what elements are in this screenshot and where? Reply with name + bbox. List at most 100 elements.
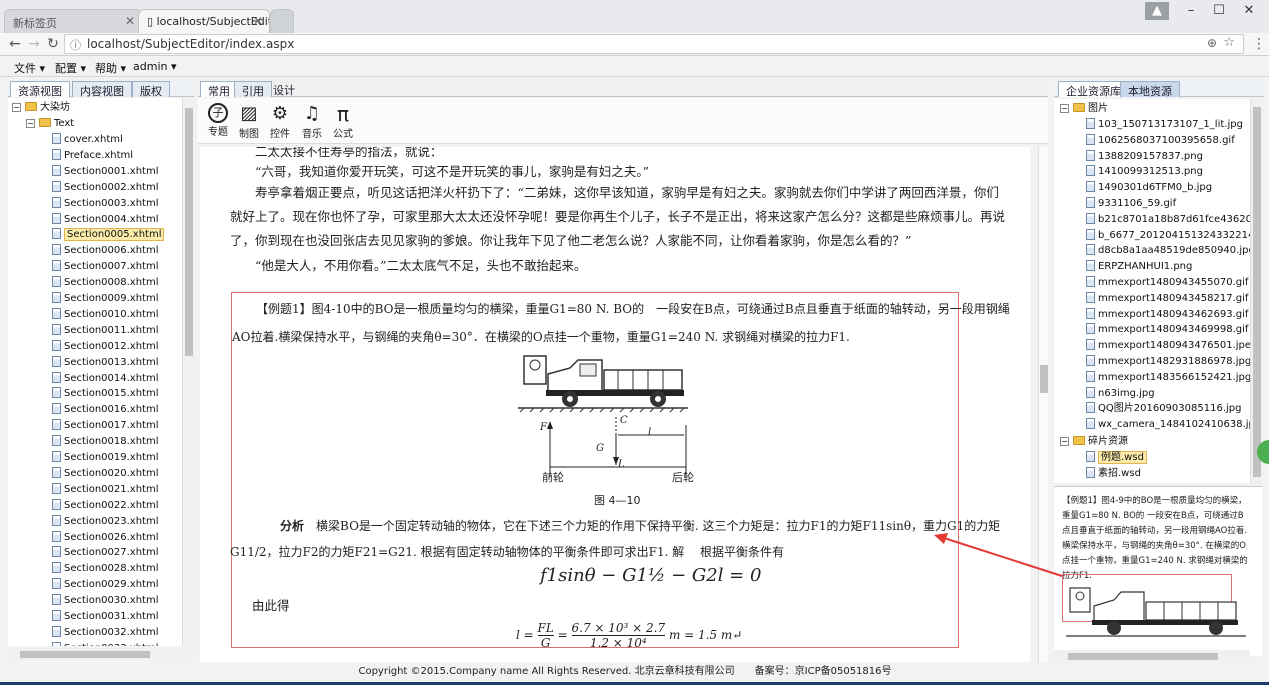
- menu-file[interactable]: 文件 ▾: [14, 60, 45, 76]
- profile-icon[interactable]: ▲: [1145, 2, 1169, 20]
- tree-file-item[interactable]: Section0013.xhtml: [52, 355, 158, 371]
- collapse-icon[interactable]: −: [26, 119, 35, 128]
- tree-image-item[interactable]: 1490301d6TFM0_b.jpg: [1086, 180, 1212, 196]
- paragraph[interactable]: 由此得: [252, 595, 1030, 617]
- browser-tab-editor[interactable]: ▯ localhost/SubjectEditor ✕: [138, 9, 270, 33]
- tree-file-item[interactable]: Section0029.xhtml: [52, 577, 158, 593]
- scroll-thumb[interactable]: [20, 651, 150, 658]
- scroll-thumb[interactable]: [185, 108, 193, 356]
- tree-fragment-item[interactable]: 例题.wsd: [1086, 450, 1147, 466]
- paragraph[interactable]: “六哥，我知道你爱开玩笑，可这不是开玩笑的事儿，家驹是有妇之夫。”: [230, 161, 1010, 183]
- tree-folder-images[interactable]: − 图片: [1060, 101, 1108, 117]
- tree-file-item[interactable]: Section0005.xhtml: [52, 227, 165, 243]
- new-tab-button[interactable]: [270, 9, 294, 33]
- tree-file-item[interactable]: Section0011.xhtml: [52, 323, 158, 339]
- paragraph[interactable]: 寿亭拿着烟正要点，听见这话把洋火杆扔下了：“二弟妹，这你早该知道，家驹早是有妇之…: [230, 181, 1010, 253]
- tree-file-item[interactable]: Section0010.xhtml: [52, 307, 158, 323]
- tree-file-item[interactable]: Section0032.xhtml: [52, 625, 158, 641]
- tab-resource-view[interactable]: 资源视图: [10, 81, 70, 98]
- collapse-icon[interactable]: −: [1060, 104, 1069, 113]
- tree-file-item[interactable]: Section0006.xhtml: [52, 243, 158, 259]
- tree-file-item[interactable]: Section0017.xhtml: [52, 418, 158, 434]
- tree-image-item[interactable]: 1388209157837.png: [1086, 149, 1203, 165]
- tool-music[interactable]: ♫ 音乐: [297, 103, 327, 140]
- window-close-icon[interactable]: ✕: [1234, 2, 1264, 20]
- menu-help[interactable]: 帮助 ▾: [95, 60, 126, 76]
- truck-image[interactable]: [518, 352, 688, 414]
- scroll-thumb[interactable]: [1068, 653, 1218, 660]
- tree-file-item[interactable]: Section0030.xhtml: [52, 593, 158, 609]
- tool-controls[interactable]: ⚙ 控件: [265, 103, 295, 140]
- example-text[interactable]: 【例题1】图4-10中的BO是一根质量均匀的横梁，重量G1=80 N. BO的 …: [232, 295, 1012, 351]
- tree-fragment-item[interactable]: 素招.wsd: [1086, 466, 1141, 482]
- tree-file-item[interactable]: Section0027.xhtml: [52, 545, 158, 561]
- analysis-paragraph[interactable]: 分析 横梁BO是一个固定转动轴的物体，它在下述三个力矩的作用下保持平衡. 这三个…: [230, 513, 1012, 565]
- tree-image-item[interactable]: wx_camera_1484102410638.jpg: [1086, 417, 1250, 433]
- tree-file-item[interactable]: Section0012.xhtml: [52, 339, 158, 355]
- tree-image-item[interactable]: n63img.jpg: [1086, 386, 1155, 402]
- tree-root[interactable]: − 大染坊: [12, 100, 70, 116]
- zoom-icon[interactable]: ⊕: [1207, 36, 1217, 50]
- paragraph[interactable]: “他是大人，不用你看。”二太太底气不足，头也不敢抬起来。: [230, 255, 1010, 277]
- menu-config[interactable]: 配置 ▾: [55, 60, 86, 76]
- tree-image-item[interactable]: mmexport1480943462693.gif: [1086, 307, 1248, 323]
- tree-file-item[interactable]: Preface.xhtml: [52, 148, 133, 164]
- tree-file-item[interactable]: Section0016.xhtml: [52, 402, 158, 418]
- tree-image-item[interactable]: mmexport1480943455070.gif: [1086, 275, 1248, 291]
- tab-content-view[interactable]: 内容视图: [72, 81, 132, 98]
- tree-image-item[interactable]: b_6677_201204151324332214‌95.jpg: [1086, 228, 1250, 244]
- tree-image-item[interactable]: QQ图片20160903085116.jpg: [1086, 401, 1241, 417]
- tree-folder-text[interactable]: − Text: [26, 116, 74, 132]
- tree-file-item[interactable]: Section0033.xhtml: [52, 641, 158, 646]
- tree-image-item[interactable]: 1410099312513.png: [1086, 164, 1203, 180]
- equation-2[interactable]: l = FL G = 6.7 × 10³ × 2.7 1.2 × 10⁴ m = 1…: [516, 621, 742, 650]
- url-input[interactable]: ⓘ localhost/SubjectEditor/index.aspx ⊕ ☆: [64, 34, 1244, 54]
- tool-formula[interactable]: π 公式: [328, 103, 358, 140]
- ribbon-tab-common[interactable]: 常用: [200, 81, 238, 98]
- tree-image-item[interactable]: d8cb8a1aa48519de850940.jpg: [1086, 243, 1250, 259]
- tree-image-item[interactable]: mmexport1480943458217.gif: [1086, 291, 1248, 307]
- document-editor[interactable]: 二太太接不住寿亭的指法，就说： “六哥，我知道你爱开玩笑，可这不是开玩笑的事儿，…: [200, 147, 1030, 662]
- tree-file-item[interactable]: Section0026.xhtml: [52, 530, 158, 546]
- tree-file-item[interactable]: Section0021.xhtml: [52, 482, 158, 498]
- minimize-icon[interactable]: –: [1176, 2, 1206, 20]
- tree-folder-fragments[interactable]: − 碎片资源: [1060, 434, 1128, 450]
- tab-local-resources[interactable]: 本地资源: [1120, 81, 1180, 98]
- tree-file-item[interactable]: Section0002.xhtml: [52, 180, 158, 196]
- tree-image-item[interactable]: b21c8701a18b87d61fce4362070828381f: [1086, 212, 1250, 228]
- tree-file-item[interactable]: Section0023.xhtml: [52, 514, 158, 530]
- tree-file-item[interactable]: Section0031.xhtml: [52, 609, 158, 625]
- scroll-thumb[interactable]: [1040, 365, 1048, 393]
- close-icon[interactable]: ✕: [253, 14, 263, 28]
- tree-file-item[interactable]: Section0018.xhtml: [52, 434, 158, 450]
- tree-image-item[interactable]: mmexport1483566152421.jpg: [1086, 370, 1250, 386]
- tab-enterprise-library[interactable]: 企业资源库: [1058, 81, 1129, 98]
- preview-hscrollbar[interactable]: [1054, 650, 1250, 662]
- tree-file-item[interactable]: Section0028.xhtml: [52, 561, 158, 577]
- tool-topic[interactable]: 子专题: [203, 103, 233, 139]
- tree-file-item[interactable]: Section0014.xhtml: [52, 371, 158, 387]
- scroll-thumb[interactable]: [1253, 107, 1261, 477]
- collapse-icon[interactable]: −: [1060, 437, 1069, 446]
- tree-file-item[interactable]: Section0009.xhtml: [52, 291, 158, 307]
- bookmark-star-icon[interactable]: ☆: [1223, 35, 1235, 50]
- close-icon[interactable]: ✕: [125, 14, 135, 28]
- tree-image-item[interactable]: ERPZHANHUI1.png: [1086, 259, 1192, 275]
- tree-image-item[interactable]: mmexport1480943476501.jpeg: [1086, 338, 1250, 354]
- tab-copyright[interactable]: 版权: [132, 81, 170, 98]
- tree-image-item[interactable]: 9331106_59.gif: [1086, 196, 1176, 212]
- tree-file-item[interactable]: Section0022.xhtml: [52, 498, 158, 514]
- tree-file-item[interactable]: cover.xhtml: [52, 132, 123, 148]
- tree-image-item[interactable]: mmexport1480943469998.gif: [1086, 322, 1248, 338]
- collapse-icon[interactable]: −: [12, 103, 21, 112]
- equation-1[interactable]: f1sinθ − G1½ − G2l = 0: [540, 565, 761, 586]
- tree-file-item[interactable]: Section0020.xhtml: [52, 466, 158, 482]
- ribbon-tab-design[interactable]: 设计: [266, 81, 302, 97]
- tree-file-item[interactable]: Section0003.xhtml: [52, 196, 158, 212]
- menu-user[interactable]: admin ▾: [133, 60, 176, 73]
- tree-image-item[interactable]: 106256803710039565‌8.gif: [1086, 133, 1235, 149]
- forward-icon[interactable]: →: [25, 35, 43, 53]
- tree-file-item[interactable]: Section0007.xhtml: [52, 259, 158, 275]
- browser-menu-icon[interactable]: ⋮: [1250, 35, 1268, 53]
- left-tree-hscrollbar[interactable]: [8, 648, 194, 660]
